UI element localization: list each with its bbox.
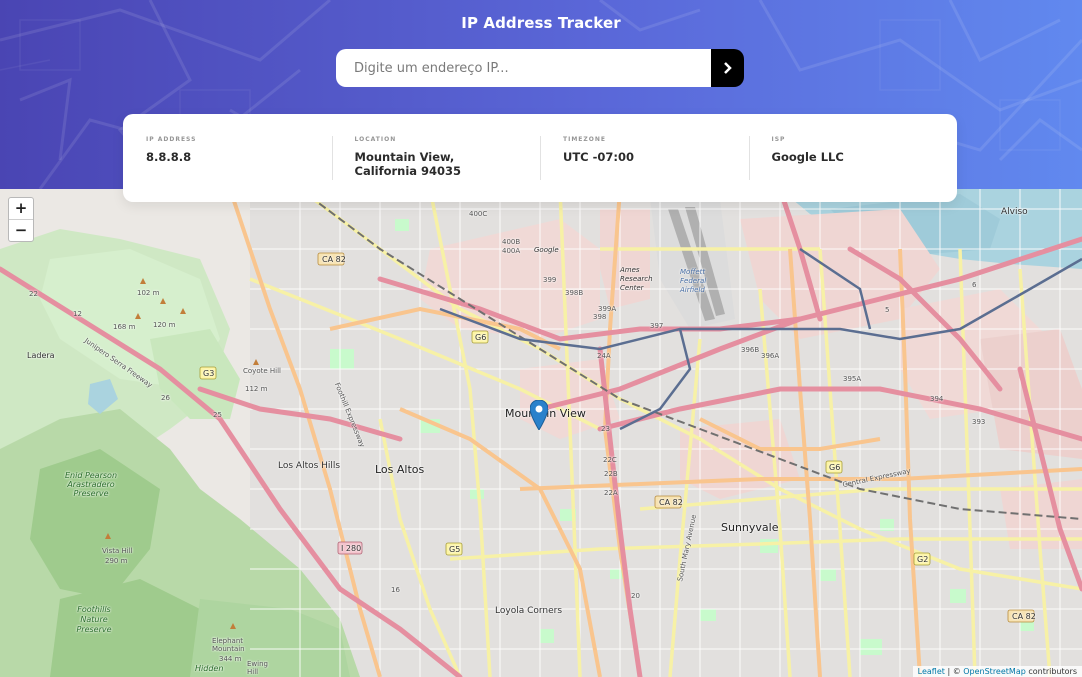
map-label-arastradero: Enid Pearson Arastradero Preserve xyxy=(64,471,118,498)
ip-address-label: IP ADDRESS xyxy=(146,136,197,143)
map-label-vista-hill-elev: 290 m xyxy=(105,557,128,565)
timezone-value: UTC -07:00 xyxy=(563,150,635,164)
zoom-in-button[interactable]: + xyxy=(9,198,33,219)
map-label-g2: G2 xyxy=(917,555,929,564)
app-page: IP Address Tracker IP ADDRESS 8.8.8.8 LO… xyxy=(0,0,1082,677)
isp-value: Google LLC xyxy=(771,150,844,164)
map-label-r393: 393 xyxy=(972,418,986,426)
map-label-r22: 22 xyxy=(29,290,38,298)
map-label-r396a: 396A xyxy=(761,352,780,360)
map-label-r5: 5 xyxy=(885,306,890,314)
chevron-right-icon xyxy=(724,62,732,74)
search-bar xyxy=(336,49,744,87)
page-title: IP Address Tracker xyxy=(461,14,621,32)
map-label-r395a: 395A xyxy=(843,375,862,383)
map-label-g6-a: G6 xyxy=(475,333,487,342)
map-label-ca82-b: CA 82 xyxy=(659,498,683,507)
map-label-hidden: Hidden xyxy=(195,664,224,673)
map-label-loyola-corners: Loyola Corners xyxy=(495,606,563,616)
map-label-vista-hill: Vista Hill xyxy=(102,547,133,555)
zoom-control: + − xyxy=(8,197,34,242)
ip-search-input[interactable] xyxy=(336,49,711,87)
attribution-separator: | © xyxy=(944,667,964,676)
map-label-r12: 12 xyxy=(73,310,82,318)
map-label-coyote-hill-elev: 112 m xyxy=(245,385,268,393)
map-label-r400c: 400C xyxy=(469,210,488,218)
map-label-los-altos: Los Altos xyxy=(375,463,425,476)
search-submit-button[interactable] xyxy=(711,49,744,87)
map-label-elev-120: 120 m xyxy=(153,321,176,329)
map-label-r400b: 400B xyxy=(502,238,521,246)
map-label-coyote-hill: Coyote Hill xyxy=(243,367,281,375)
map-label-r400a: 400A xyxy=(502,247,521,255)
location-section: LOCATION Mountain View, California 94035 xyxy=(331,114,541,202)
map-label-alviso: Alviso xyxy=(1001,207,1028,217)
map-label-r397: 397 xyxy=(650,322,664,330)
ip-address-value: 8.8.8.8 xyxy=(146,150,192,164)
location-value: Mountain View, California 94035 xyxy=(354,150,462,178)
map-label-r25: 25 xyxy=(213,411,222,419)
map-label-r398: 398 xyxy=(593,313,607,321)
map-label-g3: G3 xyxy=(203,369,215,378)
map-label-elephant-elev: 344 m xyxy=(219,655,242,663)
map-label-r20: 20 xyxy=(631,592,640,600)
map-label-ca82-a: CA 82 xyxy=(322,255,346,264)
map-label-r23: 23 xyxy=(601,425,610,433)
map-label-r396b: 396B xyxy=(741,346,760,354)
ip-info-card: IP ADDRESS 8.8.8.8 LOCATION Mountain Vie… xyxy=(123,114,957,202)
isp-label: ISP xyxy=(771,136,786,143)
map-label-ewing: Ewing Hill xyxy=(247,660,268,676)
map-label-ca82-c: CA 82 xyxy=(1012,612,1036,621)
map-pin-icon xyxy=(530,400,548,430)
map-label-elev-102: 102 m xyxy=(137,289,160,297)
map-label-g5: G5 xyxy=(449,545,461,554)
timezone-section: TIMEZONE UTC -07:00 xyxy=(540,114,749,202)
isp-section: ISP Google LLC xyxy=(748,114,958,202)
map-label-los-altos-hills: Los Altos Hills xyxy=(278,461,341,471)
location-label: LOCATION xyxy=(354,136,397,143)
map-label-r6: 6 xyxy=(972,281,977,289)
map-label-r22a: 22A xyxy=(604,489,618,497)
map-label-g6-b: G6 xyxy=(829,463,841,472)
attribution-suffix: contributors xyxy=(1025,667,1077,676)
map-label-elev-168: 168 m xyxy=(113,323,136,331)
map-label-r394: 394 xyxy=(930,395,944,403)
map-label-ames: Ames Research Center xyxy=(620,266,653,292)
leaflet-link[interactable]: Leaflet xyxy=(918,667,945,676)
map-label-r398b: 398B xyxy=(565,289,584,297)
ip-address-section: IP ADDRESS 8.8.8.8 xyxy=(123,114,332,202)
map-label-r22b: 22B xyxy=(604,470,618,478)
zoom-out-button[interactable]: − xyxy=(9,219,33,241)
map-label-r22c: 22C xyxy=(603,456,617,464)
map-label-moffett: Moffett Federal Airfield xyxy=(680,268,707,294)
map-label-r399: 399 xyxy=(543,276,557,284)
map-label-foothills: Foothills Nature Preserve xyxy=(76,605,112,634)
map-view[interactable]: CA 82 CA 82 CA 82 G3 G6 G6 G2 G5 I 280 M… xyxy=(0,189,1082,677)
map-label-r24a: 24A xyxy=(597,352,611,360)
map-label-i280: I 280 xyxy=(341,544,362,553)
timezone-label: TIMEZONE xyxy=(563,136,606,143)
map-label-elephant: Elephant Mountain xyxy=(212,637,245,653)
map-label-r399a: 399A xyxy=(598,305,617,313)
map-attribution: Leaflet | © OpenStreetMap contributors xyxy=(912,666,1082,677)
map-label-r26: 26 xyxy=(161,394,170,402)
map-tiles xyxy=(0,189,1082,677)
openstreetmap-link[interactable]: OpenStreetMap xyxy=(963,667,1026,676)
map-label-r16: 16 xyxy=(391,586,400,594)
map-label-ladera: Ladera xyxy=(27,351,55,360)
map-label-sunnyvale: Sunnyvale xyxy=(721,521,779,534)
map-label-google: Google xyxy=(534,246,559,254)
